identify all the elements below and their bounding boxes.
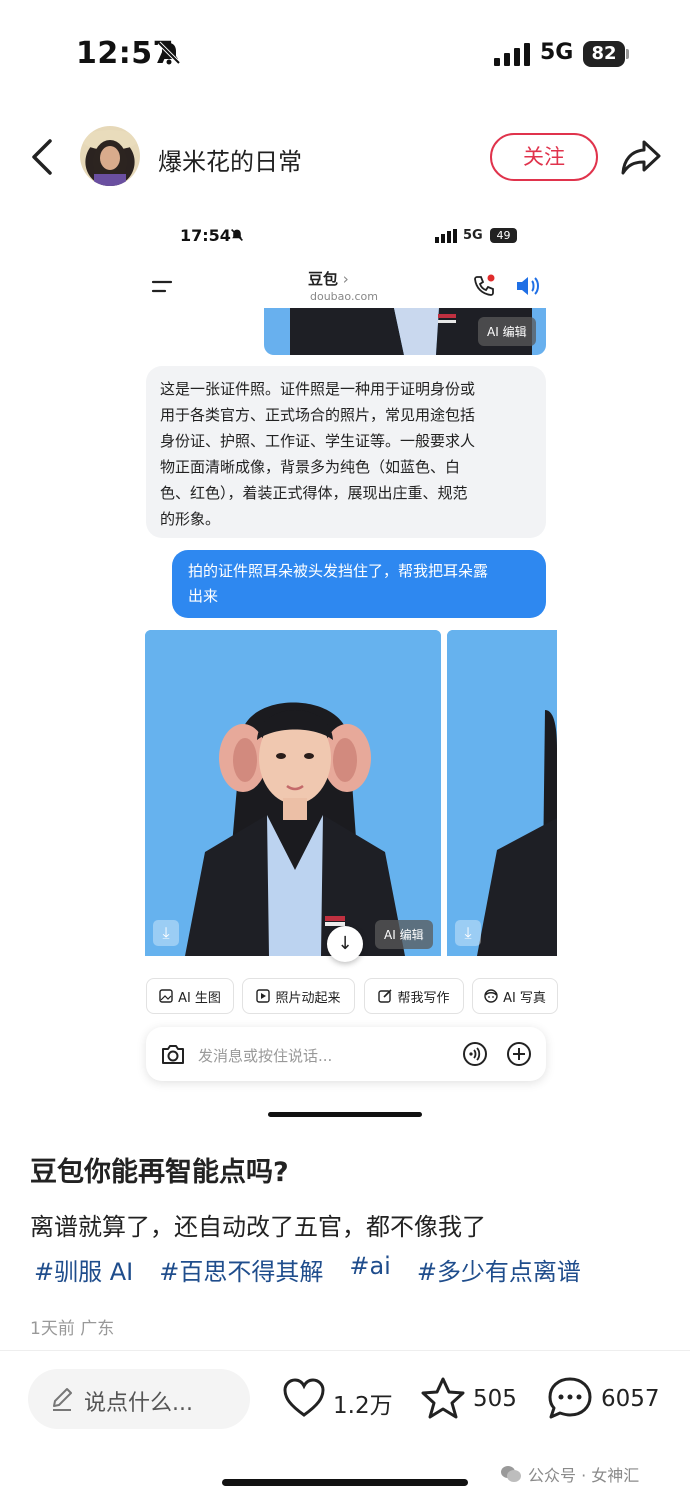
generated-photo-alt[interactable]: ⤓ [447,630,557,956]
follow-button[interactable]: 关注 [490,133,598,181]
download-icon[interactable]: ⤓ [455,920,481,946]
download-icon[interactable]: ⤓ [153,920,179,946]
speaker-icon[interactable] [515,275,541,297]
menu-icon[interactable] [151,279,175,295]
battery-tip [626,49,629,59]
generated-photo[interactable]: ⤓ AI 编辑 [145,630,441,956]
back-arrow-icon[interactable] [28,138,56,176]
embedded-signal-icon [435,229,457,243]
post-tags: #驯服 AI #百思不得其解 #ai #多少有点离谱 [34,1252,581,1287]
like-count: 1.2万 [333,1393,393,1419]
ai-message-line: 的形象。 [160,510,221,528]
ai-message-line: 物正面清晰成像，背景多为纯色（如蓝色、白 [160,458,461,476]
chip-label: AI 生图 [178,990,221,1006]
pencil-icon [53,1388,72,1411]
tag-link[interactable]: #驯服 AI [34,1252,133,1287]
mute-bell-icon [157,41,181,65]
post-meta: 1天前 广东 [30,1319,115,1339]
message-input[interactable]: 发消息或按住说话... [198,1045,332,1066]
embedded-home-indicator [268,1112,422,1117]
battery-icon: 82 [583,41,625,67]
phone-call-icon[interactable] [472,274,496,298]
watermark: 公众号 · 女神汇 [500,1462,639,1486]
previous-photo[interactable]: AI 编辑 [264,308,546,355]
favorite-count: 505 [473,1386,517,1412]
face-icon [484,989,498,1003]
comment-count: 6057 [601,1386,660,1412]
chat-title[interactable]: 豆包 › [308,268,349,289]
user-message-line: 出来 [188,587,219,605]
chip-writing[interactable]: 帮我写作 [364,978,464,1014]
wechat-icon [501,1466,521,1482]
post-body: 离谱就算了，还自动改了五官，都不像我了 [30,1213,486,1241]
chip-label: 帮我写作 [397,990,450,1006]
signal-icon [494,42,530,66]
tag-link[interactable]: #ai [349,1252,390,1287]
camera-icon[interactable] [160,1042,186,1066]
add-icon[interactable] [506,1041,532,1067]
network-type: 5G [540,40,574,65]
comment-icon[interactable] [547,1376,593,1420]
home-indicator [222,1479,468,1486]
ai-message-line: 色、红色），着装正式得体，展现出庄重、规范 [160,484,468,502]
embedded-network: 5G [463,228,483,243]
ai-message-line: 用于各类官方、正式场合的照片，常见用途包括 [160,406,476,424]
user-message-line: 拍的证件照耳朵被头发挡住了，帮我把耳朵露 [188,562,489,580]
ai-message-line: 这是一张证件照。证件照是一种用于证明身份或 [160,380,476,398]
heart-icon[interactable] [282,1378,326,1418]
comment-placeholder[interactable]: 说点什么... [84,1385,193,1417]
author-name[interactable]: 爆米花的日常 [158,142,302,177]
ai-edit-button[interactable]: AI 编辑 [478,317,536,346]
chip-animate-photo[interactable]: 照片动起来 [242,978,355,1014]
chip-ai-portrait[interactable]: AI 写真 [472,978,558,1014]
divider [0,1350,690,1351]
chip-label: 照片动起来 [275,990,341,1006]
star-icon[interactable] [420,1376,466,1420]
ai-edit-button[interactable]: AI 编辑 [375,920,433,949]
share-icon[interactable] [620,138,662,176]
chip-ai-image[interactable]: AI 生图 [146,978,234,1014]
edit-icon [378,989,393,1003]
chat-url: doubao.com [310,290,378,303]
author-avatar[interactable] [80,126,140,186]
tag-link[interactable]: #多少有点离谱 [417,1252,581,1287]
embedded-mute-icon [231,229,243,241]
play-icon [256,989,271,1003]
chip-label: AI 写真 [503,990,546,1006]
watermark-text: 公众号 · 女神汇 [528,1466,640,1485]
ai-message-bubble: 这是一张证件照。证件照是一种用于证明身份或 用于各类官方、正式场合的照片，常见用… [146,366,546,538]
voice-icon[interactable] [462,1041,488,1067]
embedded-status-time: 17:54 [180,226,231,245]
post-title: 豆包你能再智能点吗? [30,1157,289,1188]
scroll-down-button[interactable]: ↓ [327,926,363,962]
embedded-battery: 49 [490,228,517,243]
image-icon [159,989,173,1003]
user-message-bubble: 拍的证件照耳朵被头发挡住了，帮我把耳朵露 出来 [172,550,546,618]
chevron-right-icon: › [338,270,349,288]
ai-message-line: 身份证、护照、工作证、学生证等。一般要求人 [160,432,476,450]
tag-link[interactable]: #百思不得其解 [159,1252,323,1287]
